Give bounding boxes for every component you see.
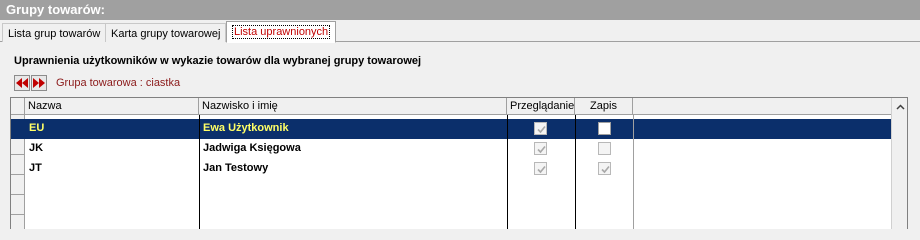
- vertical-scrollbar[interactable]: [891, 98, 907, 229]
- double-right-arrow-icon: [33, 78, 45, 88]
- cell-name: EU: [29, 122, 45, 134]
- write-checkbox: [598, 162, 611, 175]
- next-button[interactable]: [31, 75, 47, 91]
- nav-row: Grupa towarowa : ciastka: [14, 75, 180, 91]
- column-header-fullname[interactable]: Nazwisko i imię: [199, 98, 507, 115]
- window-title: Grupy towarów:: [0, 0, 920, 20]
- table-row[interactable]: EU Ewa Użytkownik: [11, 119, 893, 139]
- cell-fullname: Jan Testowy: [203, 162, 269, 174]
- permissions-grid[interactable]: Nazwa Nazwisko i imię Przeglądanie Zapis…: [10, 97, 908, 229]
- cell-name: JT: [29, 162, 42, 174]
- column-divider: [199, 115, 200, 229]
- column-divider: [633, 115, 634, 229]
- chevron-up-icon: [895, 101, 905, 113]
- cell-fullname: Ewa Użytkownik: [203, 122, 289, 134]
- column-divider: [507, 115, 508, 229]
- tab-label: Lista grup towarów: [8, 28, 101, 40]
- column-header-write[interactable]: Zapis: [575, 98, 633, 115]
- table-row[interactable]: JK Jadwiga Księgowa: [11, 139, 893, 159]
- cell-fullname: Jadwiga Księgowa: [203, 142, 301, 154]
- tab-label: Karta grupy towarowej: [111, 28, 221, 40]
- browse-checkbox: [534, 142, 547, 155]
- cell-name: JK: [29, 142, 44, 154]
- prev-button[interactable]: [14, 75, 30, 91]
- tab-label: Lista uprawnionych: [232, 25, 331, 39]
- double-left-arrow-icon: [16, 78, 28, 88]
- write-checkbox[interactable]: [598, 122, 611, 135]
- row-indicator[interactable]: [11, 195, 25, 215]
- tab-bar: Lista grup towarów Karta grupy towarowej…: [0, 21, 920, 43]
- column-header-browse[interactable]: Przeglądanie: [507, 98, 575, 115]
- tab-group-list[interactable]: Lista grup towarów: [2, 23, 107, 42]
- grid-header: Nazwa Nazwisko i imię Przeglądanie Zapis: [11, 98, 907, 115]
- browse-checkbox: [534, 122, 547, 135]
- write-checkbox: [598, 142, 611, 155]
- header-indicator: [11, 98, 25, 115]
- scroll-up-button[interactable]: [892, 98, 907, 115]
- group-label: Grupa towarowa : ciastka: [56, 77, 181, 89]
- tab-authorized-list[interactable]: Lista uprawnionych: [226, 21, 337, 43]
- browse-checkbox: [534, 162, 547, 175]
- table-row[interactable]: JT Jan Testowy: [11, 159, 893, 179]
- column-header-name[interactable]: Nazwa: [25, 98, 199, 115]
- section-heading: Uprawnienia użytkowników w wykazie towar…: [14, 55, 422, 67]
- column-divider: [575, 115, 576, 229]
- tab-group-card[interactable]: Karta grupy towarowej: [105, 23, 227, 42]
